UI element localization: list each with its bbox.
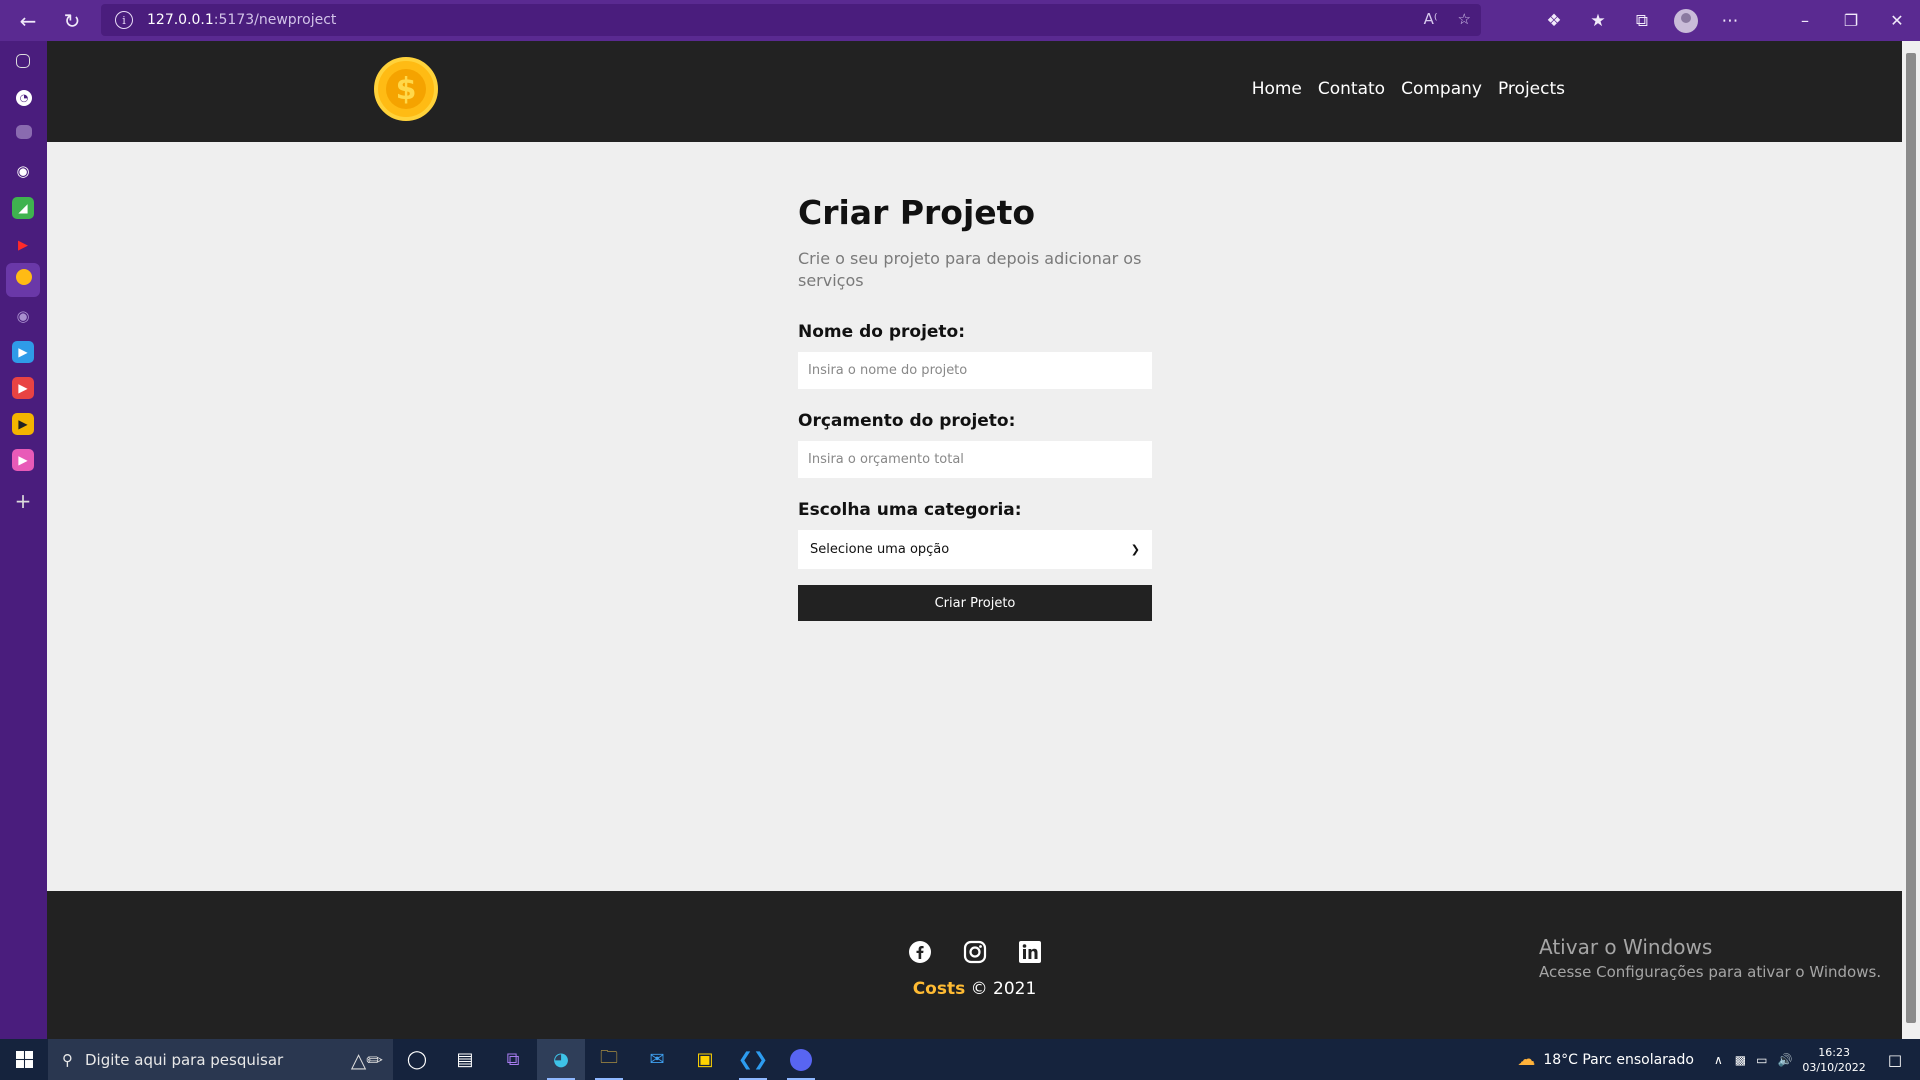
- weather-icon[interactable]: ☁: [1517, 1049, 1535, 1070]
- search-highlight-icon: △✏: [350, 1047, 383, 1072]
- taskbar-clock[interactable]: 16:23 03/10/2022: [1802, 1045, 1865, 1075]
- category-selected-value: Selecione uma opção: [810, 542, 950, 557]
- restore-icon[interactable]: ❐: [1828, 11, 1874, 30]
- browser-sidebar: ◔ ◉ ◢ ▶ ◉ ▶ ▶ ▶ ▶ +: [0, 41, 47, 1039]
- category-select[interactable]: Selecione uma opção ❯: [798, 530, 1152, 569]
- visual-studio-icon[interactable]: ⧉: [489, 1039, 537, 1080]
- search-icon: ⚲: [62, 1050, 73, 1069]
- github-icon[interactable]: ◉: [12, 160, 34, 182]
- profile-avatar[interactable]: [1674, 8, 1698, 33]
- activation-title: Ativar o Windows: [1539, 935, 1713, 959]
- meet-now-icon[interactable]: ▩: [1735, 1053, 1746, 1067]
- windows-activation-watermark: Ativar o Windows Acesse Configurações pa…: [1539, 935, 1881, 981]
- reload-icon[interactable]: ↻: [50, 0, 94, 41]
- costs-tab-icon[interactable]: [16, 269, 32, 285]
- footer-year: © 2021: [965, 979, 1037, 999]
- chevron-up-icon[interactable]: ∧: [1714, 1053, 1723, 1067]
- system-tray: ☁ 18°C Parc ensolarado ∧ ▩ ▭ 🔊 16:23 03/…: [1517, 1039, 1920, 1080]
- nav-company-link[interactable]: Company: [1401, 79, 1482, 99]
- vscode-icon[interactable]: ❮❯: [729, 1039, 777, 1080]
- mail-icon[interactable]: ✉: [633, 1039, 681, 1080]
- new-project-form: Criar Projeto Crie o seu projeto para de…: [798, 193, 1152, 621]
- page-subtitle: Crie o seu projeto para depois adicionar…: [798, 249, 1142, 290]
- url-host: 127.0.0.1: [147, 12, 214, 28]
- page-scrollbar[interactable]: [1902, 41, 1920, 1039]
- add-favorite-icon[interactable]: ☆: [1458, 10, 1471, 28]
- discord-icon[interactable]: [777, 1039, 825, 1080]
- clock-time: 16:23: [1818, 1045, 1850, 1059]
- dollar-icon: $: [386, 69, 426, 109]
- project-name-input[interactable]: Insira o nome do projeto: [798, 352, 1152, 389]
- file-explorer-icon[interactable]: 🗀: [585, 1039, 633, 1080]
- edge-icon[interactable]: ◕: [537, 1039, 585, 1080]
- facebook-icon[interactable]: [907, 939, 932, 964]
- close-window-icon[interactable]: ✕: [1874, 11, 1920, 30]
- site-info-icon[interactable]: i: [115, 11, 133, 29]
- app-icon-play-pink[interactable]: ▶: [12, 449, 34, 471]
- taskbar-search-placeholder: Digite aqui para pesquisar: [85, 1050, 284, 1069]
- project-budget-label: Orçamento do projeto:: [798, 411, 1016, 431]
- app-icon-play-red[interactable]: ▶: [12, 377, 34, 399]
- nav-links: Home Contato Company Projects: [1252, 79, 1565, 99]
- app-icon-media[interactable]: [16, 125, 32, 139]
- activation-subtitle: Acesse Configurações para ativar o Windo…: [1539, 963, 1882, 981]
- extensions-icon[interactable]: ❖: [1532, 11, 1576, 31]
- linkedin-icon[interactable]: [1017, 939, 1042, 964]
- sticky-notes-icon[interactable]: ▣: [681, 1039, 729, 1080]
- nav-contato-link[interactable]: Contato: [1318, 79, 1385, 99]
- site-navbar: $ Home Contato Company Projects: [47, 41, 1902, 142]
- project-budget-input[interactable]: Insira o orçamento total: [798, 441, 1152, 478]
- scrollbar-thumb[interactable]: [1906, 53, 1916, 1023]
- read-aloud-icon[interactable]: A⁽: [1424, 10, 1438, 28]
- favorites-icon[interactable]: ★: [1576, 11, 1620, 31]
- tab-actions-icon[interactable]: [16, 54, 30, 68]
- social-links: [907, 939, 1042, 964]
- notifications-icon[interactable]: □: [1888, 1051, 1902, 1069]
- project-budget-placeholder: Insira o orçamento total: [808, 452, 964, 467]
- task-view-icon[interactable]: ▤: [441, 1039, 489, 1080]
- address-bar[interactable]: i 127.0.0.1:5173/newproject A⁽ ☆: [101, 4, 1481, 36]
- taskbar-search[interactable]: ⚲ Digite aqui para pesquisar △✏: [48, 1039, 393, 1080]
- app-icon-play-yellow[interactable]: ▶: [12, 413, 34, 435]
- browser-toolbar: ← ↻ i 127.0.0.1:5173/newproject A⁽ ☆ ❖ ★…: [0, 0, 1920, 41]
- page-viewport: $ Home Contato Company Projects Criar Pr…: [47, 41, 1902, 1039]
- chevron-down-icon: ❯: [1130, 543, 1140, 556]
- weather-text[interactable]: 18°C Parc ensolarado: [1543, 1052, 1694, 1068]
- project-name-label: Nome do projeto:: [798, 322, 966, 342]
- create-project-button[interactable]: Criar Projeto: [798, 585, 1152, 621]
- footer-brand: Costs: [912, 979, 966, 999]
- site-footer: Costs © 2021 Ativar o Windows Acesse Con…: [47, 891, 1902, 1039]
- windows-start-icon[interactable]: [0, 1039, 48, 1080]
- collections-icon[interactable]: ⧉: [1620, 11, 1664, 31]
- app-icon-sheets[interactable]: ◢: [12, 197, 34, 219]
- back-icon[interactable]: ←: [6, 0, 50, 41]
- clock-date: 03/10/2022: [1802, 1060, 1866, 1074]
- cortana-icon[interactable]: ◯: [393, 1039, 441, 1080]
- add-app-icon[interactable]: +: [12, 489, 34, 513]
- youtube-icon[interactable]: ▶: [12, 234, 34, 256]
- volume-icon[interactable]: 🔊: [1777, 1053, 1792, 1067]
- more-menu-icon[interactable]: ⋯: [1708, 11, 1752, 31]
- footer-copyright: Costs © 2021: [47, 979, 1902, 999]
- minimize-icon[interactable]: –: [1782, 11, 1828, 30]
- url-path: :5173/newproject: [213, 12, 337, 28]
- app-icon-clock[interactable]: ◔: [16, 90, 32, 106]
- instagram-icon[interactable]: [962, 939, 987, 964]
- app-icon-play-blue[interactable]: ▶: [12, 341, 34, 363]
- page-title: Criar Projeto: [798, 193, 1036, 232]
- network-icon[interactable]: ▭: [1756, 1053, 1767, 1067]
- project-name-placeholder: Insira o nome do projeto: [808, 363, 968, 378]
- category-label: Escolha uma categoria:: [798, 500, 1022, 520]
- nav-projects-link[interactable]: Projects: [1498, 79, 1565, 99]
- windows-taskbar: ⚲ Digite aqui para pesquisar △✏ ◯ ▤ ⧉ ◕ …: [0, 1039, 1920, 1080]
- github-alt-icon[interactable]: ◉: [12, 305, 34, 327]
- costs-logo[interactable]: $: [374, 57, 438, 121]
- nav-home-link[interactable]: Home: [1252, 79, 1302, 99]
